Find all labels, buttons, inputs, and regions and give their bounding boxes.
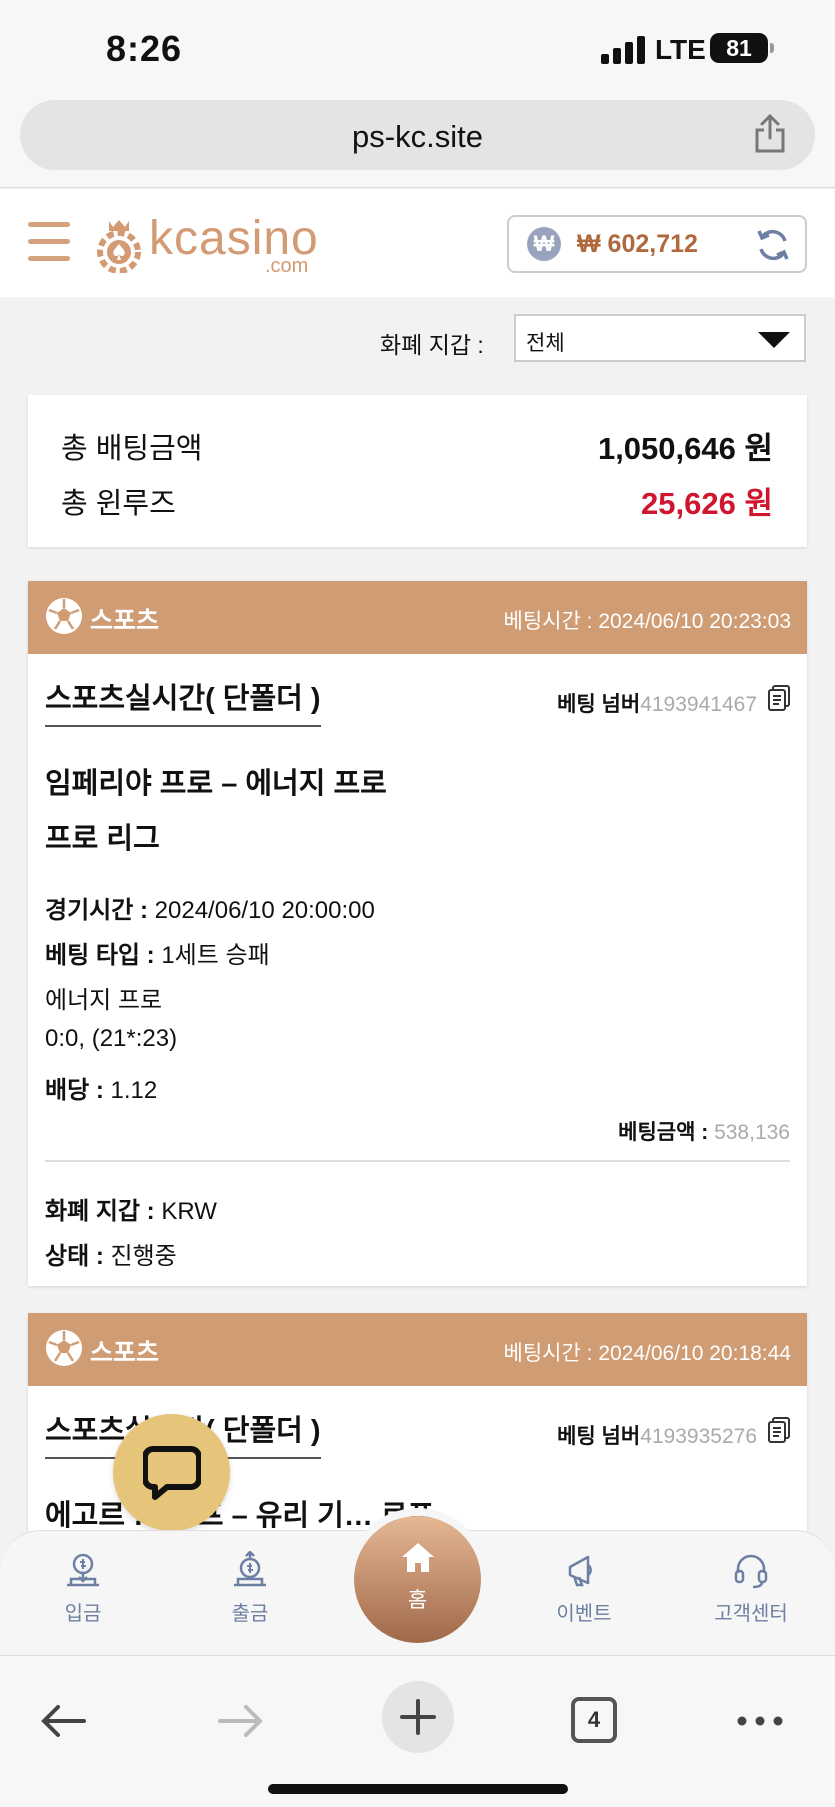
- bet-wallet: 화폐 지갑 : KRW: [45, 1191, 217, 1226]
- browser-address-area: ps-kc.site: [0, 90, 835, 188]
- chat-bubble-icon: [143, 1446, 201, 1500]
- bet-type-label: 베팅 타입 :: [45, 942, 155, 969]
- bet-time: 베팅시간 : 2024/06/10 20:23:03: [503, 610, 791, 633]
- wallet-filter-value: 전체: [526, 332, 565, 355]
- bet-title: 스포츠실시간( 단폴더 ): [45, 675, 321, 727]
- stake-label: 베팅금액 :: [618, 1121, 709, 1144]
- totals-panel: 총 배팅금액 1,050,646 원 총 윈루즈 25,626 원: [28, 395, 807, 547]
- balance-box: ₩ ₩ 602,712: [507, 215, 807, 273]
- game-time-value: 2024/06/10 20:00:00: [154, 897, 375, 924]
- status-label: 상태 :: [45, 1243, 104, 1270]
- network-label: LTE: [655, 34, 706, 65]
- chip-logo-icon: [97, 220, 141, 273]
- share-icon[interactable]: [753, 114, 787, 154]
- home-indicator: [268, 1784, 568, 1794]
- dropdown-arrow-icon: [758, 332, 790, 348]
- nav-deposit[interactable]: 입금: [23, 1551, 143, 1626]
- match-title: 임페리야 프로 – 에너지 프로: [45, 768, 387, 800]
- bet-pick: 에너지 프로: [45, 987, 163, 1014]
- bet-number-label: 베팅 넘버: [557, 693, 641, 716]
- match-league: 프로 리그: [45, 823, 160, 855]
- deposit-icon: [67, 1553, 99, 1587]
- total-winloss-value: 25,626 원: [641, 486, 773, 521]
- chat-button[interactable]: [113, 1414, 230, 1531]
- bet-number-value: 4193935276: [640, 1425, 757, 1448]
- nav-deposit-label: 입금: [64, 1603, 102, 1625]
- battery-icon: 81: [710, 33, 774, 63]
- bet-type: 베팅 타입 : 1세트 승패: [45, 935, 270, 970]
- bet-type-value: 1세트 승패: [161, 942, 270, 969]
- bet-status: 상태 : 진행중: [45, 1236, 177, 1271]
- status-bar: 8:26 LTE 81: [0, 0, 835, 90]
- status-time: 8:26: [106, 28, 183, 69]
- refresh-icon[interactable]: [755, 227, 791, 263]
- won-icon: ₩: [527, 227, 561, 261]
- url-text: ps-kc.site: [352, 119, 483, 154]
- home-icon: [401, 1543, 434, 1572]
- wallet-label: 화폐 지갑 :: [45, 1198, 155, 1225]
- stake-value: 538,136: [714, 1121, 790, 1144]
- bet-card-header: 스포츠 베팅시간 : 2024/06/10 20:18:44: [28, 1313, 807, 1386]
- bet-category: 스포츠: [90, 607, 160, 635]
- tabs-button[interactable]: 4: [571, 1697, 617, 1743]
- match-title: 에고르 … 노프 – 유리 기… 로프: [45, 1500, 435, 1532]
- total-bet-label: 총 배팅금액: [61, 433, 203, 465]
- logo-domain: .com: [265, 255, 309, 277]
- forward-arrow-icon[interactable]: [210, 1696, 270, 1746]
- bet-odds: 배당 : 1.12: [45, 1070, 157, 1105]
- bet-card-header: 스포츠 베팅시간 : 2024/06/10 20:23:03: [28, 581, 807, 654]
- bet-category: 스포츠: [90, 1339, 160, 1367]
- bet-number: 베팅 넘버4193941467: [557, 688, 757, 718]
- odds-label: 배당 :: [45, 1077, 104, 1104]
- address-bar[interactable]: ps-kc.site: [20, 100, 815, 170]
- site-logo[interactable]: kcasino .com: [95, 212, 325, 277]
- nav-events-label: 이벤트: [556, 1603, 612, 1625]
- bet-number: 베팅 넘버4193935276: [557, 1420, 757, 1450]
- soccer-ball-icon: [46, 1330, 82, 1366]
- total-winloss-label: 총 윈루즈: [61, 488, 176, 520]
- back-arrow-icon[interactable]: [34, 1696, 94, 1746]
- signal-icon: [601, 36, 645, 64]
- bet-number-value: 4193941467: [640, 693, 757, 716]
- total-bet-value: 1,050,646 원: [597, 431, 773, 466]
- bet-number-label: 베팅 넘버: [557, 1425, 641, 1448]
- nav-support[interactable]: 고객센터: [691, 1551, 811, 1626]
- withdraw-icon: [234, 1551, 266, 1587]
- divider: [45, 1160, 790, 1162]
- megaphone-icon: [568, 1555, 592, 1587]
- game-time-label: 경기시간 :: [45, 897, 148, 924]
- nav-support-label: 고객센터: [714, 1603, 788, 1625]
- nav-home-label: 홈: [407, 1589, 428, 1612]
- headset-icon: [734, 1554, 768, 1589]
- nav-withdraw[interactable]: 출금: [190, 1551, 310, 1626]
- plus-icon: [400, 1699, 436, 1735]
- bet-score: 0:0, (21*:23): [45, 1025, 178, 1052]
- wallet-filter-label: 화폐 지갑 :: [380, 332, 484, 358]
- bet-stake: 베팅금액 : 538,136: [618, 1116, 790, 1146]
- game-time: 경기시간 : 2024/06/10 20:00:00: [45, 890, 375, 925]
- balance-amount: ₩ 602,712: [577, 230, 698, 258]
- copy-icon[interactable]: [767, 684, 791, 712]
- nav-home-button[interactable]: 홈: [354, 1516, 481, 1643]
- nav-events[interactable]: 이벤트: [524, 1551, 644, 1626]
- new-tab-button[interactable]: [382, 1681, 454, 1753]
- wallet-filter-select[interactable]: 전체: [514, 314, 806, 362]
- bet-card: 스포츠 베팅시간 : 2024/06/10 20:23:03 스포츠실시간( 단…: [28, 581, 807, 1286]
- hamburger-menu-icon[interactable]: [28, 222, 70, 262]
- browser-toolbar: 4: [0, 1655, 835, 1807]
- odds-value: 1.12: [110, 1077, 158, 1104]
- soccer-ball-icon: [46, 598, 82, 634]
- bet-time: 베팅시간 : 2024/06/10 20:18:44: [503, 1342, 791, 1365]
- nav-withdraw-label: 출금: [231, 1603, 269, 1625]
- status-value: 진행중: [110, 1243, 177, 1270]
- more-icon[interactable]: [730, 1696, 790, 1746]
- wallet-value: KRW: [161, 1198, 217, 1225]
- page: 8:26 LTE 81 ps-kc.site kcasino .com ₩ ₩ …: [0, 0, 835, 1807]
- copy-icon[interactable]: [767, 1416, 791, 1444]
- site-header: kcasino .com ₩ ₩ 602,712: [0, 189, 835, 297]
